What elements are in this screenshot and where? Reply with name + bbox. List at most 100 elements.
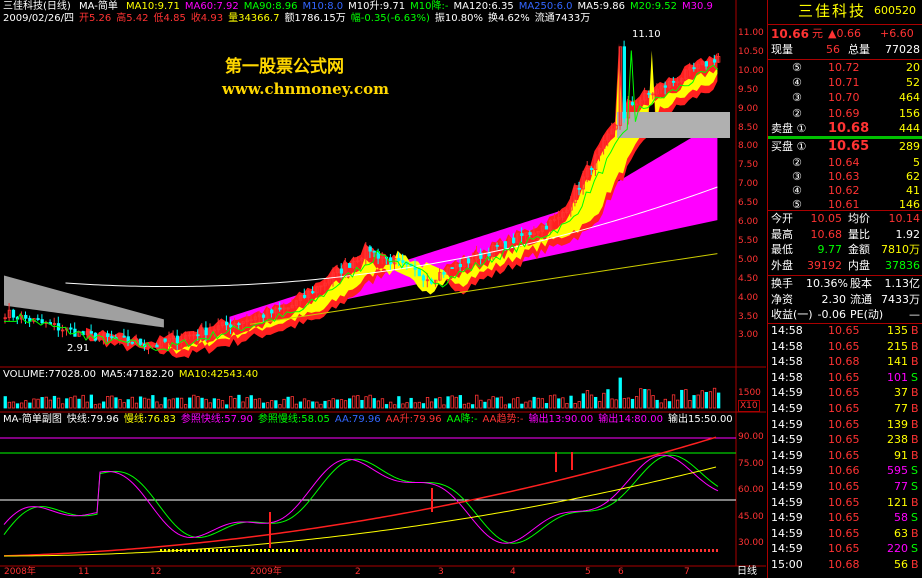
volume-bar (335, 399, 340, 409)
signal-dot (672, 549, 674, 552)
oscillator-tick: 90.00 (738, 432, 764, 442)
price-tick: 5.00 (738, 254, 759, 265)
date-tick: 11 (78, 567, 90, 577)
volume-header: VOLUME:77028.00 MA5:47182.20 MA10:42543.40 (3, 369, 263, 381)
tick-row[interactable]: 14:59 10.65 91 B (768, 448, 922, 464)
volume-bar (704, 391, 708, 409)
signal-dot (388, 549, 390, 552)
signal-dot (600, 549, 602, 552)
tick-price: 10.65 (828, 402, 860, 415)
signal-dot (516, 549, 518, 552)
tick-side: B (911, 324, 919, 337)
tick-row[interactable]: 14:58 10.65 215 B (768, 339, 922, 355)
signal-dot (460, 549, 462, 552)
signal-dot (548, 549, 550, 552)
signal-dot (568, 549, 570, 552)
ma-legend-0: MA10:9.71 (126, 1, 180, 12)
tick-row[interactable]: 14:59 10.65 121 B (768, 495, 922, 511)
tick-side: B (911, 495, 919, 509)
volume-axis-unit: X10 (738, 400, 760, 412)
volume-bar (175, 397, 180, 409)
signal-dot (436, 549, 438, 552)
signal-dot (264, 549, 266, 552)
volume-bar (618, 377, 622, 409)
signal-dot (528, 549, 530, 552)
date-tick: 6 (618, 567, 624, 577)
signal-dot (648, 549, 650, 552)
candle-body (528, 232, 532, 235)
volume-bar (126, 399, 130, 409)
volume-bar (89, 394, 93, 409)
signal-dot (392, 549, 394, 552)
volume-bar (249, 395, 253, 409)
tick-volume: 215 (887, 339, 908, 353)
signal-dot (220, 549, 222, 552)
last-price-row: 10.66 元 ▲0.66 +6.60 (768, 26, 922, 42)
signal-dot (364, 549, 366, 552)
tick-row[interactable]: 14:59 10.65 63 B (768, 526, 922, 542)
signal-dot (200, 549, 202, 552)
fundamental-value: -0.06 (817, 308, 846, 321)
tick-row[interactable]: 14:59 10.65 238 B (768, 432, 922, 448)
tick-price: 10.65 (828, 480, 860, 493)
signal-dot (520, 549, 522, 552)
candle-body (450, 267, 454, 270)
tick-row[interactable]: 14:58 10.68 141 B (768, 354, 922, 370)
tick-row[interactable]: 14:59 10.65 220 S (768, 541, 922, 557)
signal-dot (512, 549, 514, 552)
signal-dot (372, 549, 374, 552)
tick-volume: 139 (887, 417, 908, 431)
oscillator-tick: 75.00 (738, 458, 764, 469)
stat-row: 最低 9.77 金额 7810万 (768, 242, 922, 258)
candle-body (36, 318, 40, 321)
candle-body (69, 327, 73, 330)
tick-row[interactable]: 14:59 10.66 595 S (768, 463, 922, 479)
signal-dot (208, 549, 210, 552)
stat-value: 10.14 (888, 212, 921, 225)
volume-bar (594, 396, 598, 409)
candle-body (577, 187, 581, 190)
signal-dot (704, 549, 706, 552)
fundamental-label: 股本 (850, 277, 872, 290)
tick-row[interactable]: 14:59 10.65 77 B (768, 401, 922, 417)
tick-row[interactable]: 14:59 10.65 37 B (768, 385, 922, 401)
signal-dot (224, 549, 226, 552)
candle-body (663, 85, 667, 88)
sell5-volume: 20 (906, 61, 920, 74)
price-tick: 10.50 (738, 46, 764, 57)
tick-volume: 58 (894, 511, 908, 525)
tick-row[interactable]: 15:00 10.68 56 B (768, 557, 922, 573)
signal-dot (276, 549, 278, 552)
oscillator-tick: 45.00 (738, 511, 764, 522)
signal-dot (708, 549, 710, 552)
candle-body (458, 263, 463, 268)
tick-row[interactable]: 14:58 10.65 135 B (768, 323, 922, 339)
timeframe-tab[interactable]: 日线 (737, 566, 757, 578)
signal-dot (632, 549, 634, 552)
signal-dot (452, 549, 454, 552)
oscillator-legend-9: 输出13:90.00 (528, 414, 594, 425)
candle-body (417, 268, 422, 277)
tick-row[interactable]: 14:59 10.65 77 S (768, 479, 922, 495)
watermark-title: 第一股票公式网 (225, 57, 344, 77)
signal-dot (416, 549, 418, 552)
signal-dot (508, 549, 510, 552)
signal-dot (564, 549, 566, 552)
sell2-row: ② 10.69 156 (768, 106, 922, 122)
chart-area[interactable]: 三佳科技(日线) MA-简单 MA10:9.71 MA60:7.92 MA90:8.… (0, 0, 766, 578)
tick-row[interactable]: 14:59 10.65 139 B (768, 417, 922, 433)
signal-dot (596, 549, 598, 552)
signal-dot (332, 549, 334, 552)
volume-bar (397, 396, 401, 409)
signal-dot (260, 549, 262, 552)
volume-bar (544, 403, 549, 409)
tick-row[interactable]: 14:59 10.65 58 S (768, 510, 922, 526)
ma-legend-10: M30.9 (682, 1, 713, 12)
signal-dot (292, 549, 294, 552)
stat-row: 外盘 39192 内盘 37836 (768, 258, 922, 274)
tick-row[interactable]: 14:58 10.65 101 S (768, 370, 922, 386)
ma-legend-5: M10降:- (410, 1, 449, 12)
bar-open: 开5.26 (79, 13, 112, 24)
volume-bar (323, 400, 327, 409)
signal-dot (616, 549, 618, 552)
